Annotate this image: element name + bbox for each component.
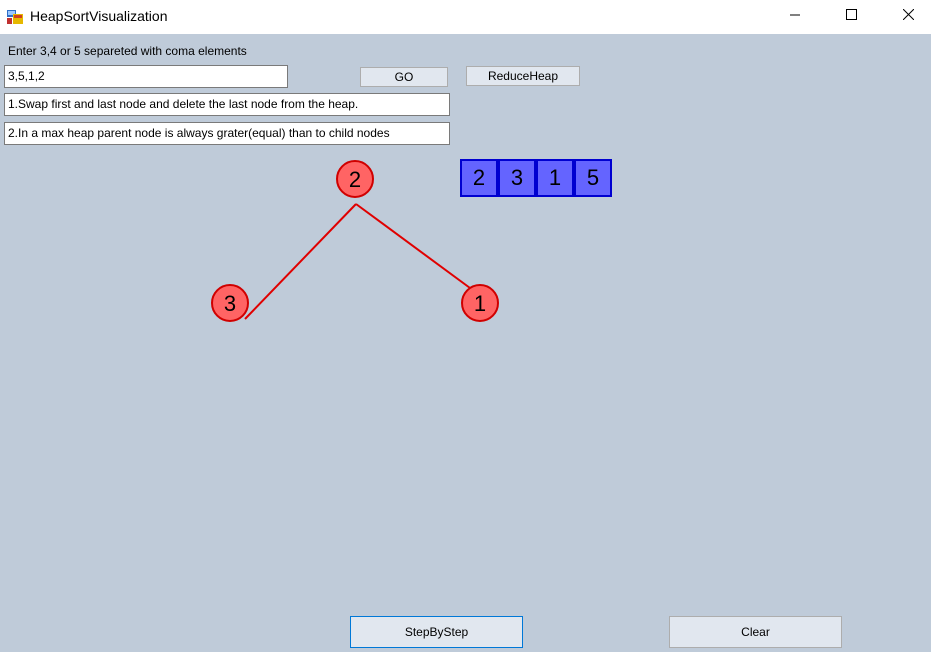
tree-edge-left [244, 203, 357, 320]
heap-node-left: 3 [211, 284, 249, 322]
close-button[interactable] [885, 0, 931, 32]
clear-button[interactable]: Clear [669, 616, 842, 648]
array-cell: 1 [536, 159, 574, 197]
heap-node-left-value: 3 [224, 291, 236, 316]
step-by-step-button[interactable]: StepByStep [350, 616, 523, 648]
array-cell: 3 [498, 159, 536, 197]
array-cell: 5 [574, 159, 612, 197]
heap-tree-canvas: 2 3 1 [211, 160, 499, 322]
app-icon [7, 9, 23, 25]
minimize-button[interactable] [772, 0, 818, 32]
tree-edge-right [355, 203, 471, 289]
heap-node-right-value: 1 [474, 291, 486, 316]
client-area: Enter 3,4 or 5 separeted with coma eleme… [0, 34, 931, 652]
heap-node-root-value: 2 [349, 167, 361, 192]
minimize-icon [790, 9, 800, 23]
array-cell: 2 [460, 159, 498, 197]
close-icon [902, 8, 914, 23]
maximize-icon [845, 9, 857, 23]
title-bar[interactable]: HeapSortVisualization [0, 0, 931, 34]
window-title: HeapSortVisualization [30, 8, 168, 24]
heap-node-right: 1 [461, 284, 499, 322]
maximize-button[interactable] [828, 0, 874, 32]
heap-node-root: 2 [336, 160, 374, 198]
